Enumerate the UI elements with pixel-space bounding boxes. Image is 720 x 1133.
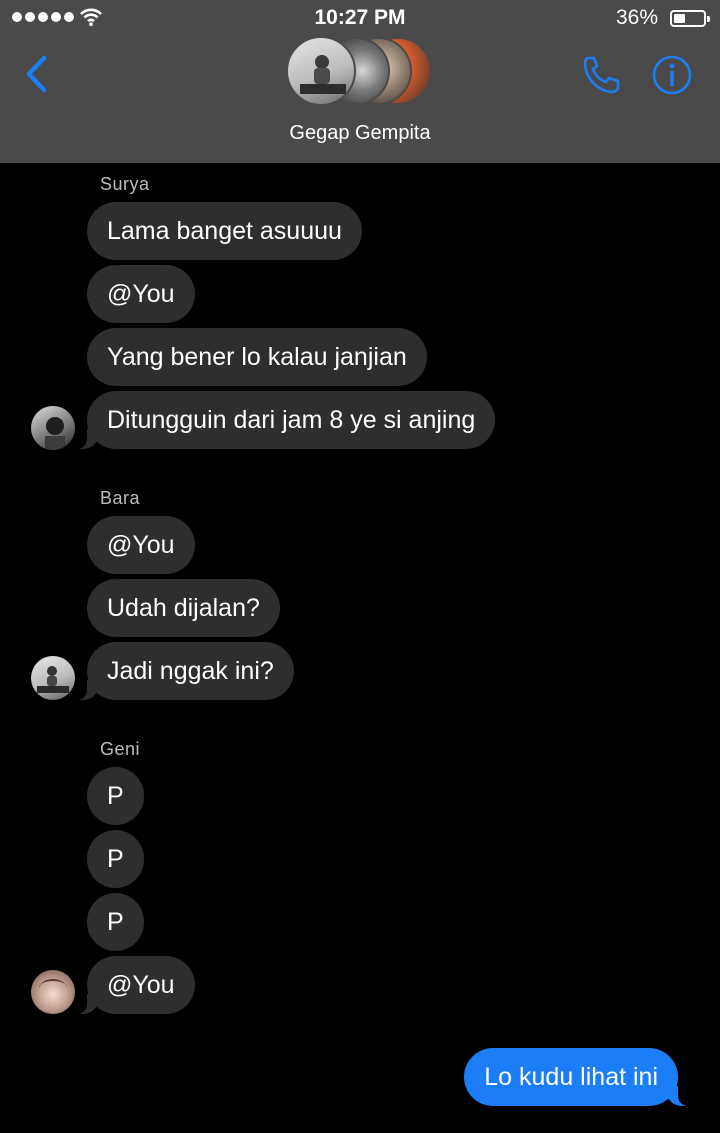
message-text: Jadi nggak ini? [107, 657, 274, 685]
message-bubble[interactable]: P [87, 893, 144, 951]
message-text: P [107, 908, 124, 936]
message-bubble[interactable]: P [87, 767, 144, 825]
message-bubble[interactable]: Udah dijalan? [87, 579, 280, 637]
outgoing-message-bubble[interactable]: Lo kudu lihat ini [464, 1048, 698, 1106]
message-text: P [107, 845, 124, 873]
message-bubble[interactable]: Lama banget asuuuu [87, 202, 362, 260]
message-bubble[interactable]: Ditungguin dari jam 8 ye si anjing [66, 391, 496, 449]
battery-percentage: 36% [615, 6, 658, 29]
status-time: 10:27 PM [314, 6, 406, 29]
message-text: Lama banget asuuuu [107, 217, 342, 245]
chat-header: 10:27 PM 36% Gegap Gempita [0, 0, 720, 163]
message-text: Udah dijalan? [107, 594, 260, 622]
info-icon[interactable] [651, 54, 693, 96]
message-bubble[interactable]: Yang bener lo kalau janjian [87, 328, 427, 386]
message-text: @You [107, 280, 175, 308]
message-bubble[interactable]: @You [87, 516, 195, 574]
message-bubble[interactable]: @You [87, 265, 195, 323]
avatar[interactable] [31, 970, 75, 1014]
message-text: Ditungguin dari jam 8 ye si anjing [107, 406, 476, 434]
sender-name: Geni [100, 739, 141, 759]
phone-icon[interactable] [580, 54, 624, 96]
message-text: @You [107, 531, 175, 559]
group-avatars[interactable] [286, 36, 436, 106]
chevron-left-icon[interactable] [20, 52, 56, 96]
message-text: Yang bener lo kalau janjian [107, 343, 407, 371]
message-bubble[interactable]: Jadi nggak ini? [67, 642, 294, 700]
message-bubble[interactable]: P [87, 830, 144, 888]
battery-icon [670, 10, 710, 27]
message-text: Lo kudu lihat ini [484, 1063, 658, 1091]
avatar [286, 36, 356, 106]
sender-name: Surya [100, 174, 150, 194]
group-name[interactable]: Gegap Gempita [0, 122, 720, 145]
message-text: @You [107, 971, 175, 999]
avatar[interactable] [31, 406, 75, 450]
status-bar: 10:27 PM 36% [0, 4, 720, 32]
message-bubble[interactable]: @You [67, 956, 195, 1014]
avatar[interactable] [31, 656, 75, 700]
sender-name: Bara [100, 488, 141, 508]
message-text: P [107, 782, 124, 810]
